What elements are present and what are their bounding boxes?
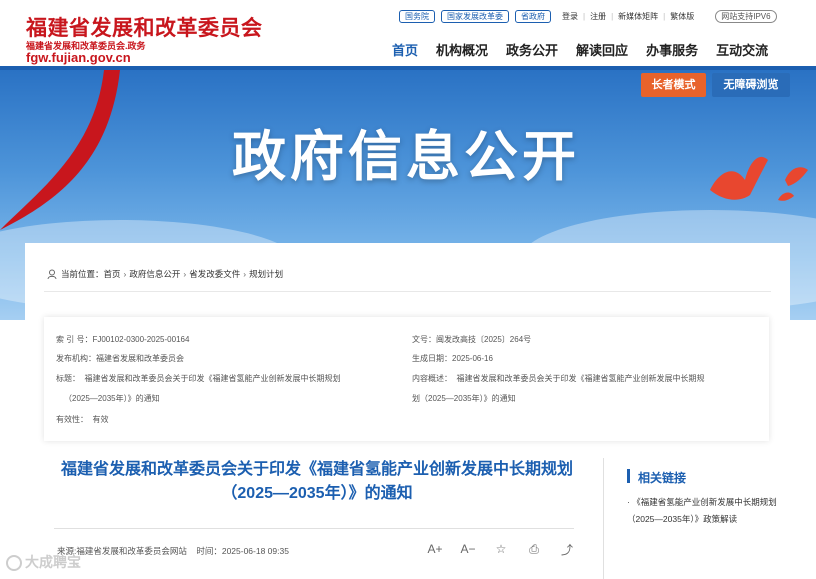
breadcrumb-planning[interactable]: 规划计划 — [249, 268, 283, 280]
info-issuer: 发布机构：福建省发展和改革委员会 — [56, 353, 184, 364]
info-label: 索 引 号： — [56, 335, 93, 344]
info-summary: 内容概述： 福建省发展和改革委员会关于印发《福建省氢能产业创新发展中长期规 — [412, 373, 704, 384]
related-link-item[interactable]: · 《福建省氢能产业创新发展中长期规划（2025—2035年）》政策解读 — [627, 494, 777, 528]
info-label: 文号： — [412, 335, 436, 344]
site-header: 福建省发展和改革委员会 福建省发展和改革委员会.政务 fgw.fujian.go… — [0, 0, 816, 68]
article-title: 福建省发展和改革委员会关于印发《福建省氢能产业创新发展中长期规划（2025—20… — [60, 461, 573, 502]
info-value: 闽发改高技〔2025〕264号 — [436, 335, 532, 344]
font-increase-icon[interactable]: A+ — [427, 541, 443, 557]
favorite-star-icon[interactable]: ☆ — [493, 541, 509, 557]
divider: | — [663, 12, 666, 21]
breadcrumb-info-disclosure[interactable]: 政府信息公开 — [129, 268, 180, 280]
divider: | — [611, 12, 614, 21]
info-value: 福建省发展和改革委员会关于印发《福建省氢能产业创新发展中长期规划 — [84, 374, 341, 383]
info-label: 标题： — [56, 374, 80, 383]
time-label: 时间： — [196, 546, 222, 556]
article-meta: 来源:福建省发展和改革委员会网站 时间：2025-06-18 09:35 — [57, 545, 289, 557]
info-value: 福建省发展和改革委员会关于印发《福建省氢能产业创新发展中长期规 — [456, 374, 705, 383]
article-tools: A+ A− ☆ ⎙ ⤴ — [427, 541, 592, 557]
breadcrumb-divider — [44, 291, 771, 292]
logo-title[interactable]: 福建省发展和改革委员会 — [26, 12, 263, 42]
dove-icon — [710, 156, 808, 201]
sidebar-divider — [603, 458, 604, 579]
watermark-icon — [6, 555, 22, 572]
top-links: 国务院 国家发展改革委 省政府 登录 | 注册 | 新媒体矩阵 | 繁体版 网站… — [399, 10, 777, 23]
info-value: FJ00102-0300-2025-00164 — [92, 335, 190, 344]
info-value: 有效 — [92, 415, 109, 424]
register-link[interactable]: 注册 — [590, 11, 606, 22]
info-value: 福建省发展和改革委员会 — [96, 354, 184, 363]
info-summary-cont: 划（2025—2035年）》的通知 — [412, 394, 516, 403]
red-ribbon-icon — [0, 70, 120, 230]
nav-gov-affairs[interactable]: 政务公开 — [506, 40, 558, 59]
nav-home[interactable]: 首页 — [392, 40, 418, 59]
breadcrumb-separator: › — [243, 269, 247, 279]
info-label: 内容概述： — [412, 374, 452, 383]
font-decrease-icon[interactable]: A− — [460, 541, 476, 557]
breadcrumb-prefix: 当前位置： — [61, 269, 104, 279]
elder-mode-button[interactable]: 长者模式 — [641, 73, 706, 97]
content-card: 当前位置： 首页 › 政府信息公开 › 省发改委文件 › 规划计划 索 引 号：… — [25, 243, 790, 579]
login-link[interactable]: 登录 — [562, 11, 578, 22]
share-icon[interactable]: ⤴ — [559, 541, 575, 557]
related-accent-bar — [627, 469, 630, 483]
accessible-browse-button[interactable]: 无障碍浏览 — [712, 73, 790, 97]
new-media-link[interactable]: 新媒体矩阵 — [618, 11, 658, 22]
breadcrumb: 当前位置： 首页 › 政府信息公开 › 省发改委文件 › 规划计划 — [47, 268, 283, 280]
related-links-title: 相关链接 — [638, 471, 687, 485]
nav-interpretation[interactable]: 解读回应 — [576, 40, 628, 59]
info-label: 发布机构： — [56, 354, 96, 363]
article-divider — [54, 528, 574, 529]
logo-url: fgw.fujian.gov.cn — [26, 50, 131, 65]
info-label: 有效性： — [56, 415, 88, 424]
banner-title: 政府信息公开 — [232, 127, 580, 187]
print-icon[interactable]: ⎙ — [526, 541, 542, 557]
info-docno: 文号：闽发改高技〔2025〕264号 — [412, 334, 531, 345]
link-state-council[interactable]: 国务院 — [399, 10, 435, 23]
breadcrumb-separator: › — [123, 269, 127, 279]
breadcrumb-docs[interactable]: 省发改委文件 — [189, 268, 240, 280]
info-label: 生成日期： — [412, 354, 452, 363]
ipv6-badge: 网站支持IPV6 — [715, 10, 777, 23]
watermark-logo: 大成聘宝 — [6, 552, 81, 572]
breadcrumb-separator: › — [183, 269, 187, 279]
doc-info-box: 索 引 号：FJ00102-0300-2025-00164 文号：闽发改高技〔2… — [44, 317, 769, 441]
article-time: 2025-06-18 09:35 — [221, 546, 289, 556]
user-location-icon — [47, 269, 57, 279]
link-provincial-gov[interactable]: 省政府 — [515, 10, 551, 23]
divider: | — [583, 12, 586, 21]
watermark-text: 大成聘宝 — [25, 554, 81, 570]
info-index: 索 引 号：FJ00102-0300-2025-00164 — [56, 334, 189, 345]
info-title: 标题： 福建省发展和改革委员会关于印发《福建省氢能产业创新发展中长期规划 — [56, 373, 340, 384]
nav-services[interactable]: 办事服务 — [646, 40, 698, 59]
nav-organization[interactable]: 机构概况 — [436, 40, 488, 59]
breadcrumb-home[interactable]: 首页 — [104, 268, 121, 280]
link-ndrc[interactable]: 国家发展改革委 — [441, 10, 509, 23]
info-title-cont: （2025—2035年）》的通知 — [64, 394, 160, 403]
main-nav: 首页 机构概况 政务公开 解读回应 办事服务 互动交流 — [392, 40, 768, 59]
info-validity: 有效性： 有效 — [56, 414, 108, 425]
nav-interaction[interactable]: 互动交流 — [716, 40, 768, 59]
info-value: 2025-06-16 — [452, 354, 493, 363]
traditional-chinese-link[interactable]: 繁体版 — [670, 11, 694, 22]
info-date: 生成日期：2025-06-16 — [412, 353, 493, 364]
